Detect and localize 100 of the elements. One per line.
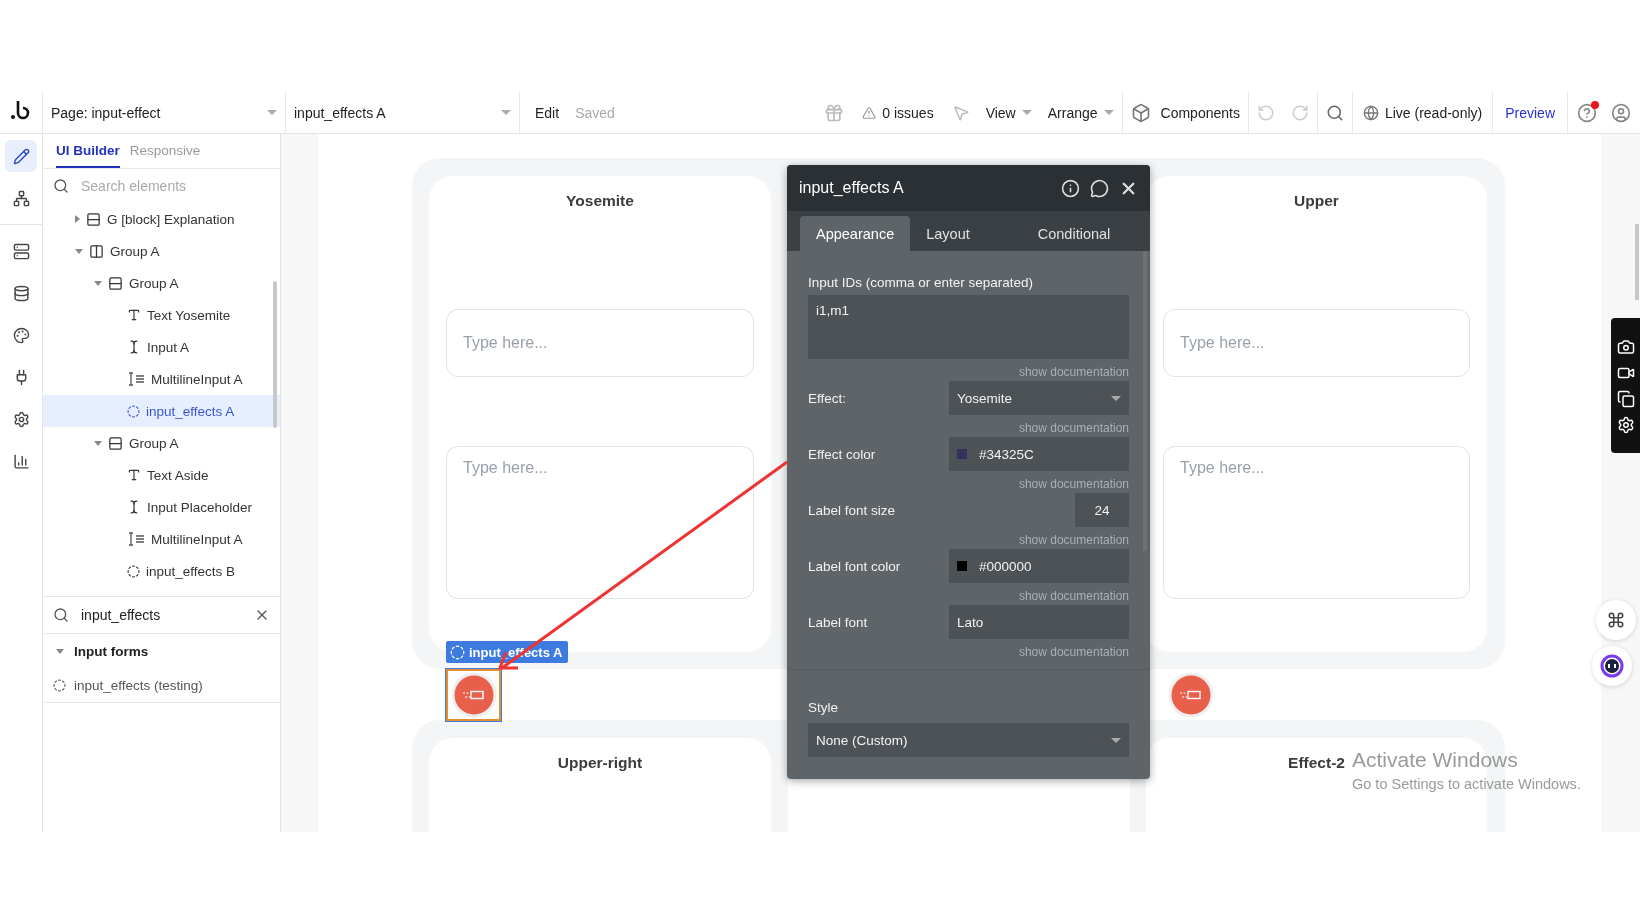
save-status: Saved: [575, 104, 615, 121]
database-icon: [12, 284, 30, 302]
caret-icon[interactable]: [75, 248, 83, 254]
tree-item-label: G [block] Explanation: [107, 211, 235, 227]
card-title: Upper: [1294, 192, 1339, 211]
caret-icon: [267, 110, 277, 115]
view-menu[interactable]: View: [977, 92, 1040, 133]
tree-item[interactable]: input_effects B: [43, 555, 280, 587]
cube-icon: [1130, 102, 1151, 123]
caret-icon: [1021, 110, 1032, 115]
field-label: Input IDs (comma or enter separated): [808, 275, 1035, 290]
palette-icon: [12, 326, 30, 344]
text-icon: [127, 468, 141, 482]
filter-field[interactable]: input_effects: [79, 606, 244, 624]
tree-item-label: input_effects B: [146, 563, 236, 579]
color-field[interactable]: #000000: [949, 549, 1129, 583]
sidebar-tab[interactable]: UI Builder: [56, 134, 120, 168]
warning-icon: [862, 105, 877, 120]
comment-icon: [1090, 178, 1109, 198]
field-label: Effect:: [808, 390, 847, 406]
components-button[interactable]: Components: [1122, 92, 1249, 133]
command-icon: [1607, 611, 1625, 629]
multiline-field[interactable]: Type here...: [446, 446, 754, 599]
rows-icon: [86, 211, 101, 227]
bar-chart-icon: [12, 452, 30, 470]
field-label: Label font: [808, 614, 868, 630]
number-field[interactable]: 24: [1075, 493, 1129, 527]
field-label: Style: [808, 700, 839, 715]
tree-item[interactable]: Text Aside: [43, 459, 280, 491]
pencil-button[interactable]: [5, 140, 37, 172]
field-label: Label font color: [808, 558, 901, 574]
tree-item[interactable]: Input A: [43, 331, 280, 363]
undo-icon: [1256, 103, 1275, 122]
dashed-circle-icon: [53, 678, 66, 692]
globe-icon: [1362, 104, 1379, 121]
search-field[interactable]: Search elements: [79, 177, 270, 195]
text-field[interactable]: Lato: [949, 605, 1129, 639]
live-button[interactable]: Live (read-only): [1352, 92, 1494, 133]
rows-icon: [108, 275, 123, 291]
columns-icon: [89, 243, 104, 259]
tree-item-label: MultilineInput A: [151, 531, 243, 547]
search-icon: [1325, 103, 1344, 122]
caret-icon[interactable]: [94, 440, 102, 446]
help-glyph-icon: [1577, 102, 1597, 123]
panel-tab[interactable]: Conditional: [1021, 216, 1127, 251]
element-dropdown[interactable]: input_effects A: [286, 92, 520, 133]
settings-icon: [1616, 416, 1635, 434]
panel-tab[interactable]: Appearance: [800, 216, 911, 251]
caret-icon[interactable]: [94, 280, 102, 286]
caret-icon[interactable]: [56, 648, 64, 654]
caret-icon: [1103, 110, 1114, 115]
help-icon[interactable]: [1577, 102, 1597, 123]
camera-icon: [1616, 338, 1635, 356]
tree-item[interactable]: MultilineInput A: [43, 523, 280, 555]
preview-link[interactable]: Preview: [1505, 104, 1555, 121]
result-item[interactable]: input_effects (testing): [43, 668, 280, 703]
page-dropdown[interactable]: Page: input-effect: [43, 92, 286, 133]
section-heading: Input forms: [74, 643, 149, 659]
effect-button[interactable]: [446, 669, 501, 721]
user-icon: [1611, 102, 1631, 123]
tree-item[interactable]: Text Yosemite: [43, 299, 280, 331]
tree-item[interactable]: Group A: [43, 427, 280, 459]
tree-item-label: Input Placeholder: [147, 499, 253, 515]
caret-icon: [501, 110, 511, 115]
arrange-menu[interactable]: Arrange: [1039, 92, 1123, 133]
style-dropdown[interactable]: None (Custom): [808, 723, 1129, 757]
tree-item-label: Group A: [129, 275, 179, 291]
input-ids-field[interactable]: i1,m1: [808, 295, 1129, 359]
tree-item-label: Input A: [147, 339, 190, 355]
issues-button[interactable]: 0 issues: [858, 104, 938, 121]
redo-icon: [1290, 103, 1309, 122]
stacked-rows-icon: [12, 242, 30, 260]
windows-icon: [1616, 390, 1635, 408]
gift-icon: [824, 102, 845, 123]
tree-item[interactable]: MultilineInput A: [43, 363, 280, 395]
field-label: Effect color: [808, 446, 876, 462]
card-title: Effect-2: [1288, 754, 1345, 773]
search-icon: [53, 178, 69, 194]
input-field[interactable]: Type here...: [446, 309, 754, 377]
caret-icon[interactable]: [75, 215, 80, 223]
tree-item-label: MultilineInput A: [151, 371, 243, 387]
dashed-circle-icon: [127, 564, 140, 578]
effect-dropdown[interactable]: Yosemite: [949, 381, 1129, 415]
search-icon: [53, 607, 69, 623]
multiline-field[interactable]: Type here...: [1163, 446, 1470, 599]
tree-item[interactable]: Input Placeholder: [43, 491, 280, 523]
tree-item-label: Group A: [110, 243, 160, 259]
tree-item[interactable]: G [block] Explanation: [43, 203, 280, 235]
activation-notice-title: Activate Windows: [1352, 748, 1518, 772]
color-field[interactable]: #34325C: [949, 437, 1129, 471]
tree-item-label: Text Aside: [147, 467, 209, 483]
tree-item[interactable]: input_effects A: [43, 395, 280, 427]
tree-item[interactable]: Group A: [43, 267, 280, 299]
pencil-icon: [12, 147, 30, 165]
edit-menu[interactable]: Edit: [535, 104, 560, 121]
multiline-input-icon: [127, 532, 145, 546]
input-field[interactable]: Type here...: [1163, 309, 1470, 377]
tree-item[interactable]: Group A: [43, 235, 280, 267]
panel-tab[interactable]: Layout: [910, 216, 986, 251]
info-icon: [1061, 178, 1080, 198]
